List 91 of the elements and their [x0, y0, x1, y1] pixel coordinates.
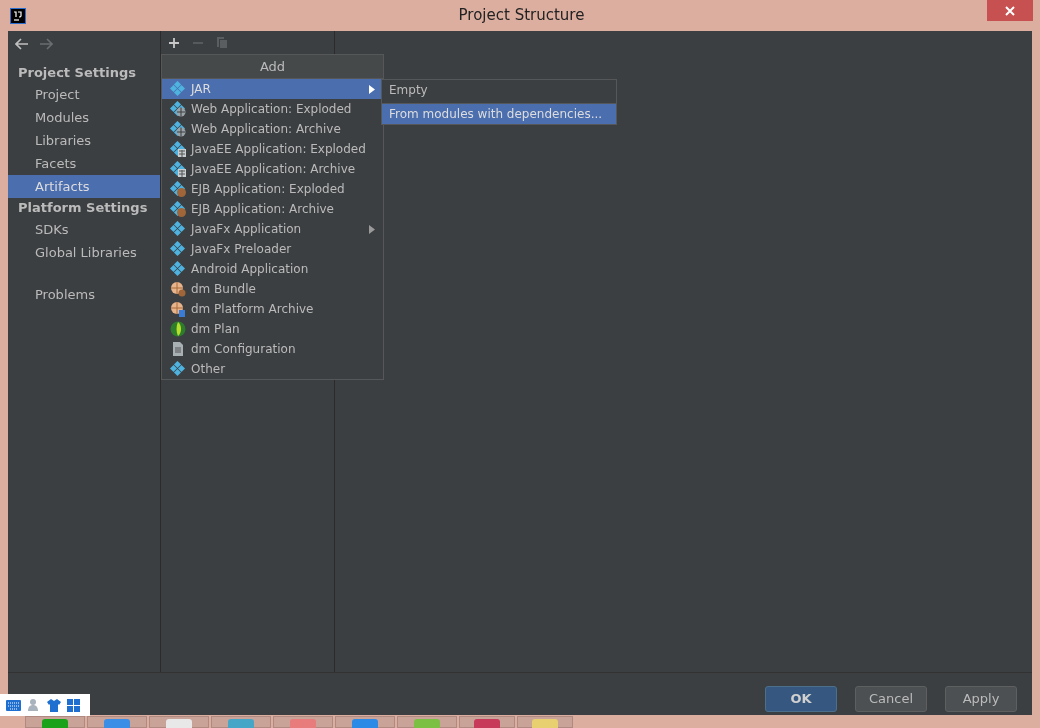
- taskbar-button[interactable]: [397, 716, 457, 728]
- app-icon: [290, 719, 316, 728]
- menu-item-label: JavaFx Preloader: [191, 241, 293, 258]
- menu-item-label: dm Bundle: [191, 281, 257, 298]
- window-title: Project Structure: [458, 5, 585, 27]
- menu-item[interactable]: EJB Application: Archive: [162, 199, 383, 219]
- taskbar-button[interactable]: [87, 716, 147, 728]
- artifact-icon: [170, 261, 186, 277]
- menu-item[interactable]: JavaEE Application: Archive: [162, 159, 383, 179]
- document-icon: [170, 341, 186, 357]
- menu-item[interactable]: dm Plan: [162, 319, 383, 339]
- ejb-artifact-icon: [170, 201, 186, 217]
- menu-item-label: EJB Application: Archive: [191, 201, 335, 218]
- menu-item[interactable]: JAR: [162, 79, 383, 99]
- add-icon[interactable]: [168, 36, 180, 49]
- menu-item[interactable]: EJB Application: Exploded: [162, 179, 383, 199]
- menu-item[interactable]: JavaEE Application: Exploded: [162, 139, 383, 159]
- taskbar-button[interactable]: [335, 716, 395, 728]
- dialog-button[interactable]: OK: [765, 686, 837, 712]
- sidebar-item[interactable]: Facets: [8, 152, 160, 175]
- dialog-button[interactable]: Cancel: [855, 686, 927, 712]
- menu-item-label: JavaEE Application: Exploded: [191, 141, 367, 158]
- submenu-arrow-icon: [369, 224, 375, 234]
- menu-item[interactable]: Web Application: Exploded: [162, 99, 383, 119]
- menu-item-label: JAR: [191, 81, 212, 98]
- sidebar-item[interactable]: SDKs: [8, 218, 160, 241]
- submenu-arrow-icon: [369, 84, 375, 94]
- sidebar-item[interactable]: Problems: [8, 283, 160, 306]
- web-artifact-icon: [170, 101, 186, 117]
- menu-item-label: Other: [191, 361, 227, 378]
- menu-item[interactable]: dm Configuration: [162, 339, 383, 359]
- app-logo-icon: [10, 7, 26, 24]
- close-icon: [1005, 5, 1015, 16]
- menu-item[interactable]: dm Bundle: [162, 279, 383, 299]
- taskbar-button[interactable]: [517, 716, 573, 728]
- menu-item-label: dm Configuration: [191, 341, 297, 358]
- section-header: Platform Settings: [17, 199, 149, 217]
- menu-item[interactable]: Web Application: Archive: [162, 119, 383, 139]
- sidebar-item[interactable]: Global Libraries: [8, 241, 160, 264]
- menu-item-label: dm Platform Archive: [191, 301, 315, 318]
- menu-item-label: dm Plan: [191, 321, 241, 338]
- menu-item[interactable]: From modules with dependencies...: [382, 103, 616, 124]
- taskbar-button[interactable]: [211, 716, 271, 728]
- globe-icon: [170, 321, 186, 337]
- app-icon: [474, 719, 500, 728]
- artifact-icon: [170, 361, 186, 377]
- app-icon: [228, 719, 254, 728]
- artifact-icon: [170, 241, 186, 257]
- menu-item[interactable]: Android Application: [162, 259, 383, 279]
- menu-title: Add: [162, 55, 383, 79]
- taskbar-button[interactable]: [273, 716, 333, 728]
- platform-archive-icon: [170, 301, 186, 317]
- close-button[interactable]: [987, 0, 1033, 21]
- sidebar-item[interactable]: Project: [8, 83, 160, 106]
- sidebar-item[interactable]: Libraries: [8, 129, 160, 152]
- javaee-artifact-icon: [170, 161, 186, 177]
- back-arrow-icon[interactable]: [15, 38, 29, 50]
- keyboard-icon[interactable]: [6, 699, 21, 711]
- section-header: Project Settings: [17, 64, 137, 82]
- app-icon: [352, 719, 378, 728]
- app-icon: [42, 719, 68, 728]
- javaee-artifact-icon: [170, 141, 186, 157]
- artifact-icon: [170, 81, 186, 97]
- menu-item-label: Web Application: Archive: [191, 121, 342, 138]
- app-icon: [104, 719, 130, 728]
- menu-item-label: Web Application: Exploded: [191, 101, 353, 118]
- menu-item[interactable]: JavaFx Application: [162, 219, 383, 239]
- artifact-icon: [170, 221, 186, 237]
- menu-item[interactable]: dm Platform Archive: [162, 299, 383, 319]
- menu-item[interactable]: Empty: [382, 80, 616, 101]
- bundle-icon: [170, 281, 186, 297]
- ejb-artifact-icon: [170, 181, 186, 197]
- menu-item[interactable]: JavaFx Preloader: [162, 239, 383, 259]
- menu-item-label: Android Application: [191, 261, 310, 278]
- menu-item[interactable]: Other: [162, 359, 383, 379]
- grid-icon[interactable]: [67, 698, 80, 712]
- menu-item-label: JavaEE Application: Archive: [191, 161, 357, 178]
- sidebar-item[interactable]: Artifacts: [8, 175, 160, 198]
- sidebar-item[interactable]: Modules: [8, 106, 160, 129]
- shirt-icon[interactable]: [47, 698, 61, 712]
- taskbar-button[interactable]: [459, 716, 515, 728]
- forward-arrow-icon[interactable]: [39, 38, 53, 50]
- app-icon: [532, 719, 558, 728]
- menu-item-label: EJB Application: Exploded: [191, 181, 346, 198]
- taskbar-button[interactable]: [149, 716, 209, 728]
- app-icon: [166, 719, 192, 728]
- web-artifact-icon: [170, 121, 186, 137]
- menu-item-label: JavaFx Application: [191, 221, 303, 238]
- dialog-button[interactable]: Apply: [945, 686, 1017, 712]
- user-icon[interactable]: [27, 698, 41, 712]
- app-icon: [414, 719, 440, 728]
